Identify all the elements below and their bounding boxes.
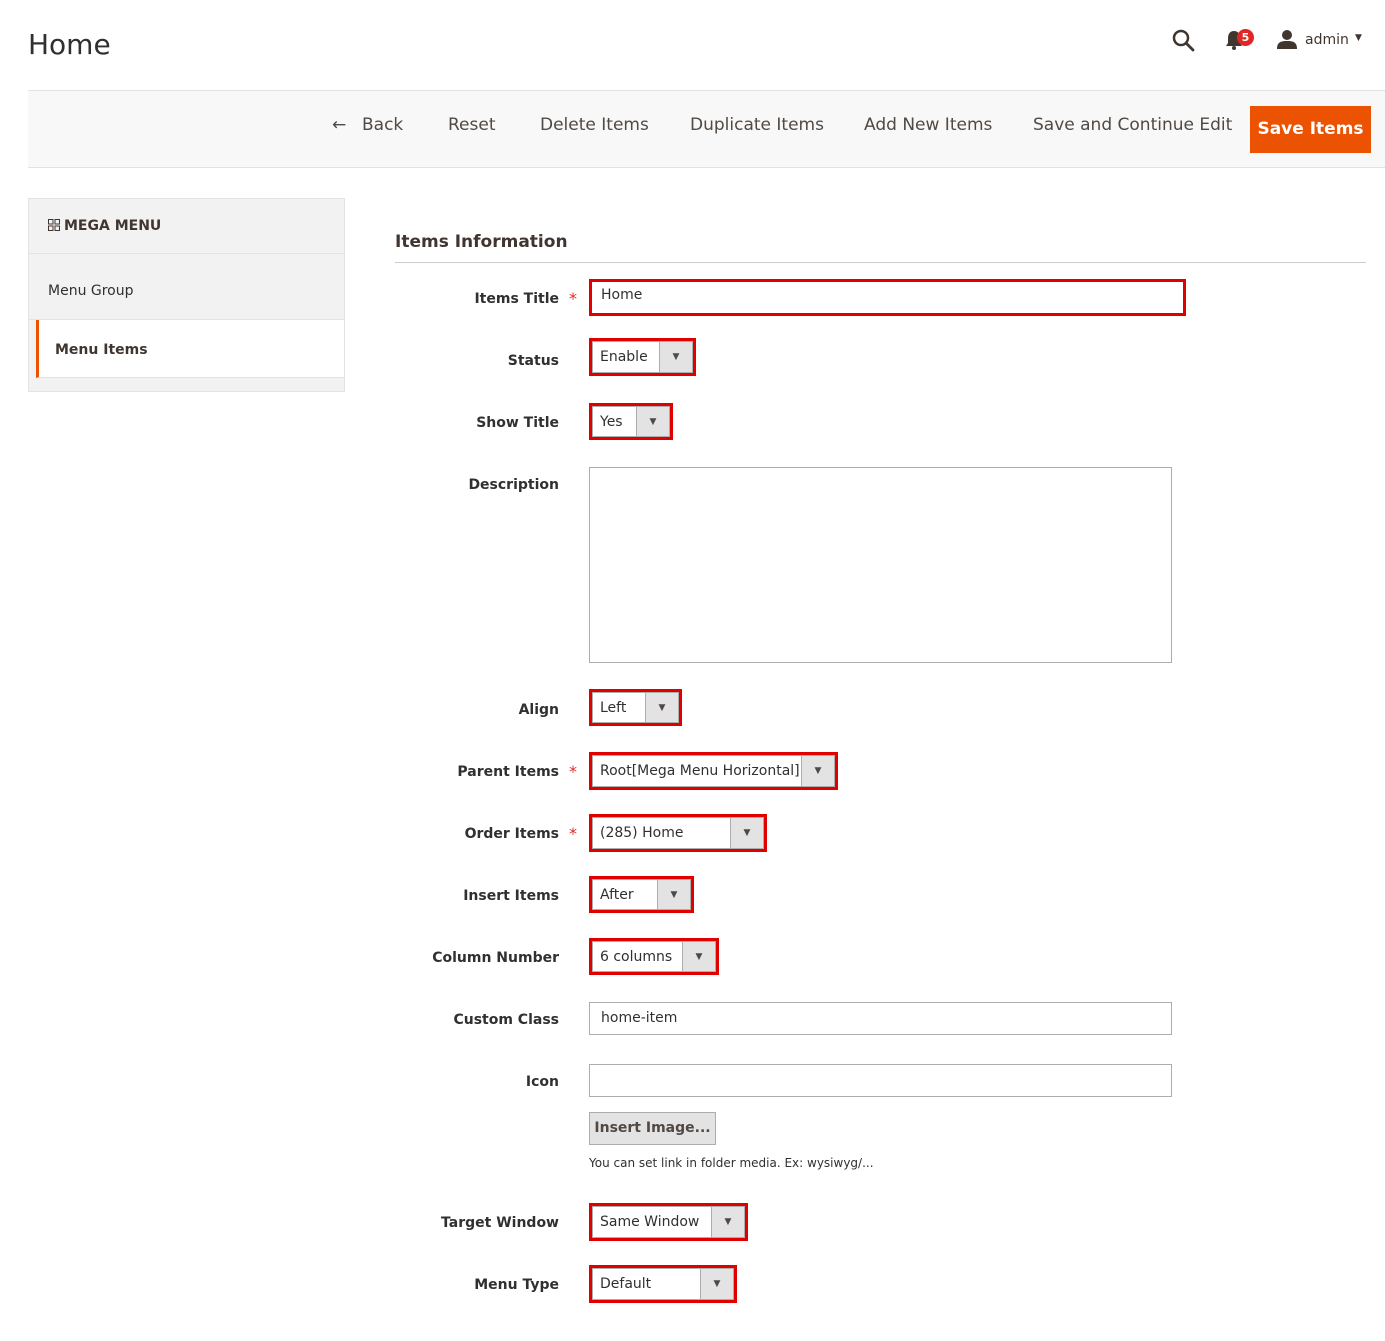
required-mark: * (569, 289, 577, 308)
icon-label: Icon (525, 1074, 559, 1090)
sidebar-heading: MEGA MENU (29, 199, 344, 254)
chevron-down-icon: ▼ (711, 1206, 745, 1238)
order-items-select[interactable]: (285) Home ▼ (589, 814, 767, 852)
chevron-down-icon: ▼ (657, 879, 691, 910)
chevron-down-icon: ▼ (1355, 33, 1362, 43)
insert-image-button[interactable]: Insert Image... (589, 1112, 716, 1145)
insert-items-label: Insert Items (463, 888, 559, 904)
description-textarea[interactable] (589, 467, 1172, 663)
parent-items-select-value: Root[Mega Menu Horizontal] (592, 755, 801, 787)
page-actions-toolbar: ← Back Reset Delete Items Duplicate Item… (28, 90, 1385, 168)
parent-items-select[interactable]: Root[Mega Menu Horizontal] ▼ (589, 752, 838, 790)
save-items-button[interactable]: Save Items (1250, 106, 1371, 153)
parent-items-label: Parent Items (457, 764, 559, 780)
column-number-select[interactable]: 6 columns ▼ (589, 938, 719, 975)
status-label: Status (507, 353, 559, 369)
align-select-value: Left (592, 692, 645, 723)
sidebar-heading-label: MEGA MENU (64, 218, 162, 234)
column-number-label: Column Number (432, 950, 559, 966)
description-label: Description (468, 477, 559, 493)
items-title-input[interactable]: Home (589, 279, 1186, 316)
arrow-left-icon: ← (332, 115, 347, 135)
icon-help-note: You can set link in folder media. Ex: wy… (589, 1156, 874, 1170)
chevron-down-icon: ▼ (659, 341, 693, 373)
icon-input[interactable] (589, 1064, 1172, 1097)
section-title: Items Information (395, 232, 568, 252)
notification-badge[interactable]: 5 (1237, 29, 1254, 46)
sidebar-item-menu-items[interactable]: Menu Items (36, 320, 344, 378)
custom-class-input[interactable]: home-item (589, 1002, 1172, 1035)
menu-type-select[interactable]: Default ▼ (589, 1265, 737, 1303)
status-select[interactable]: Enable ▼ (589, 338, 696, 376)
add-new-items-button[interactable]: Add New Items (864, 115, 992, 135)
chevron-down-icon: ▼ (682, 941, 716, 972)
back-label: Back (362, 115, 404, 135)
page-title: Home (28, 28, 111, 61)
chevron-down-icon: ▼ (801, 755, 835, 787)
grid-icon (48, 219, 60, 231)
save-and-continue-button[interactable]: Save and Continue Edit (1033, 115, 1232, 135)
column-number-select-value: 6 columns (592, 941, 682, 972)
reset-button[interactable]: Reset (448, 115, 496, 135)
chevron-down-icon: ▼ (645, 692, 679, 723)
insert-items-select-value: After (592, 879, 657, 910)
delete-items-button[interactable]: Delete Items (540, 115, 649, 135)
back-button[interactable]: ← Back (332, 115, 404, 135)
chevron-down-icon: ▼ (730, 817, 764, 849)
duplicate-items-button[interactable]: Duplicate Items (690, 115, 824, 135)
menu-type-label: Menu Type (474, 1277, 559, 1293)
insert-items-select[interactable]: After ▼ (589, 876, 694, 913)
user-icon (1277, 30, 1297, 49)
order-items-select-value: (285) Home (592, 817, 730, 849)
show-title-label: Show Title (476, 415, 559, 431)
sidebar: MEGA MENU Menu Group Menu Items (28, 198, 345, 392)
required-mark: * (569, 762, 577, 781)
sidebar-item-menu-group[interactable]: Menu Group (29, 254, 344, 320)
target-window-select-value: Same Window (592, 1206, 711, 1238)
target-window-label: Target Window (441, 1215, 559, 1231)
target-window-select[interactable]: Same Window ▼ (589, 1203, 748, 1241)
align-select[interactable]: Left ▼ (589, 689, 682, 726)
chevron-down-icon: ▼ (636, 406, 670, 437)
show-title-select-value: Yes (592, 406, 636, 437)
section-divider (395, 262, 1366, 263)
align-label: Align (518, 702, 559, 718)
search-icon[interactable] (1171, 28, 1195, 52)
menu-type-select-value: Default (592, 1268, 700, 1300)
custom-class-label: Custom Class (453, 1012, 559, 1028)
order-items-label: Order Items (464, 826, 559, 842)
show-title-select[interactable]: Yes ▼ (589, 403, 673, 440)
chevron-down-icon: ▼ (700, 1268, 734, 1300)
items-title-label: Items Title (474, 291, 559, 307)
admin-user-menu[interactable]: admin ▼ (1277, 29, 1369, 51)
required-mark: * (569, 824, 577, 843)
status-select-value: Enable (592, 341, 659, 373)
admin-username: admin (1305, 32, 1349, 48)
